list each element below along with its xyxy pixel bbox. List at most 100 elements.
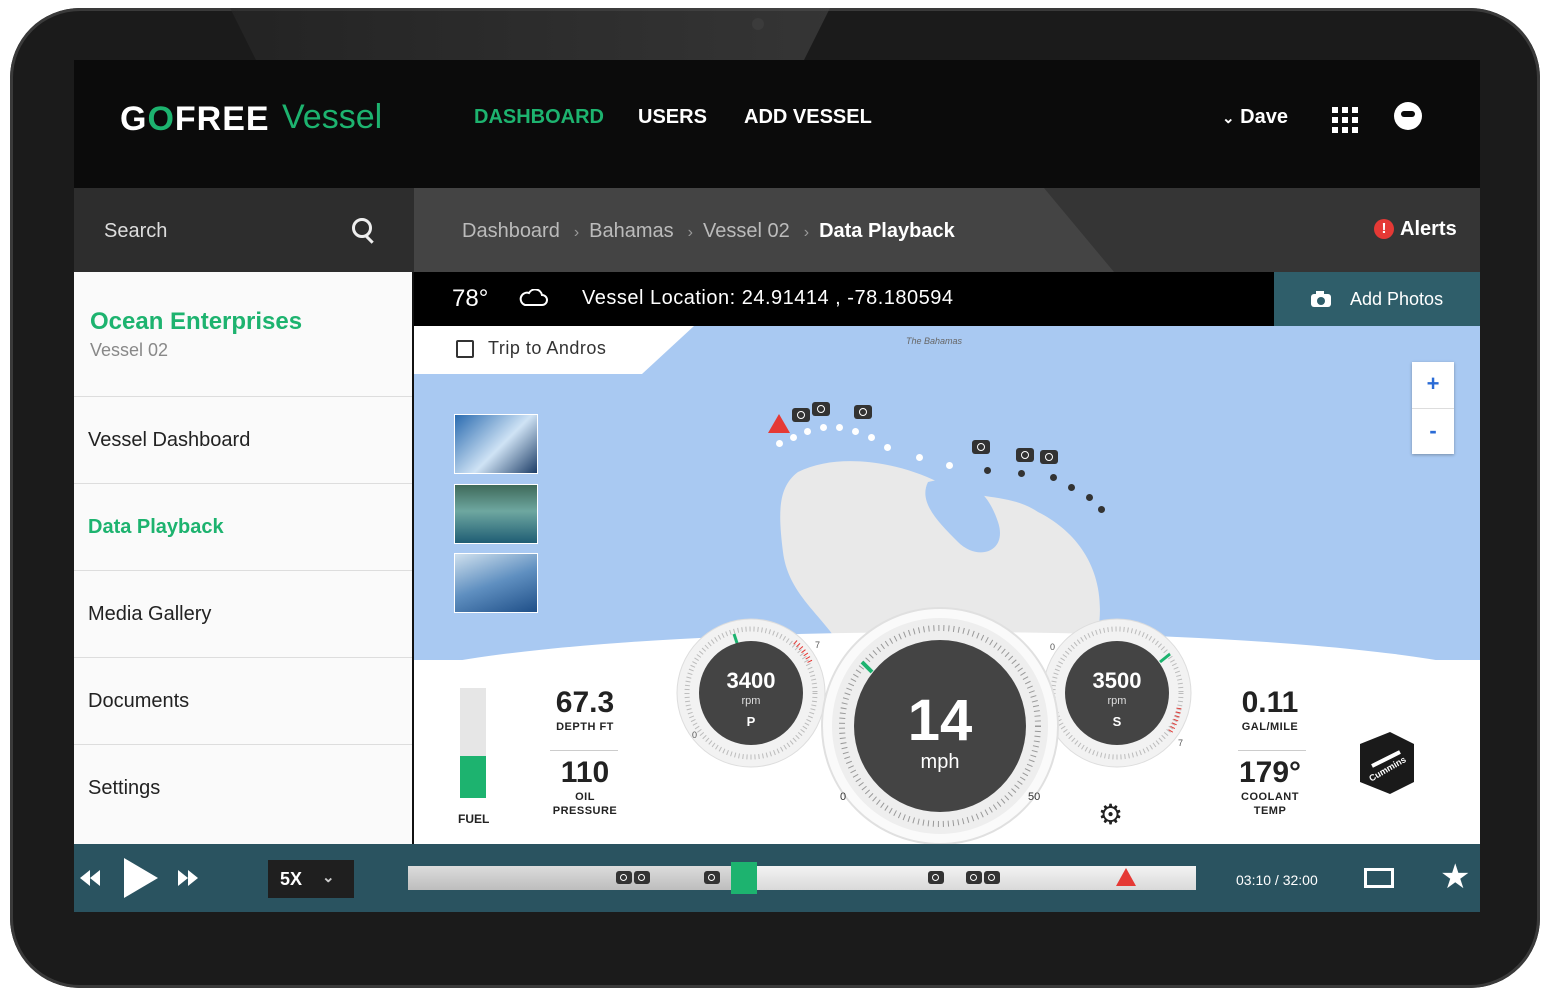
apps-grid-icon[interactable] — [1332, 107, 1358, 133]
zoom-in-button[interactable]: + — [1412, 362, 1454, 409]
speed-value: 14 — [908, 688, 973, 753]
vessel-location: Vessel Location: 24.91414 , -78.180594 — [582, 287, 954, 309]
starboard-rpm-gauge: 0 7 3500 rpm S — [1042, 618, 1192, 768]
search-input[interactable]: Search — [104, 220, 167, 243]
add-photos-button[interactable]: Add Photos — [1274, 272, 1480, 326]
timeline-photo-marker[interactable] — [634, 871, 650, 884]
fuel-level-fill — [460, 756, 486, 798]
route-photo-marker[interactable] — [1016, 448, 1034, 462]
profile-icon[interactable] — [1394, 102, 1422, 130]
zoom-out-button[interactable]: - — [1412, 409, 1454, 455]
playback-speed-select[interactable]: 5X ⌄ — [268, 860, 354, 898]
sidebar-item-label: Settings — [88, 777, 161, 799]
star-icon[interactable]: ★ — [1440, 860, 1470, 894]
oil-pressure-metric: 110 OIL PRESSURE — [540, 756, 630, 818]
route-photo-marker[interactable] — [1040, 450, 1058, 464]
add-photos-label: Add Photos — [1350, 289, 1444, 309]
route-photo-marker[interactable] — [812, 402, 830, 416]
speed-scale-min: 0 — [840, 791, 846, 803]
route-point — [916, 454, 923, 461]
route-point — [790, 434, 797, 441]
breadcrumb-vessel[interactable]: Vessel 02 — [703, 220, 790, 242]
sidebar-item-media-gallery[interactable]: Media Gallery — [74, 570, 412, 657]
organization-name: Ocean Enterprises — [90, 308, 303, 335]
alert-icon: ! — [1374, 219, 1394, 239]
route-photo-marker[interactable] — [792, 408, 810, 422]
bezel-reflection — [230, 8, 830, 68]
sidebar-item-data-playback[interactable]: Data Playback — [74, 483, 412, 570]
cast-icon[interactable] — [1364, 868, 1394, 888]
alerts-button[interactable]: ! Alerts — [1374, 218, 1457, 241]
sidebar-item-settings[interactable]: Settings — [74, 744, 412, 831]
route-photo-marker[interactable] — [854, 405, 872, 419]
zoom-control: + - — [1412, 362, 1454, 454]
sidebar-item-label: Documents — [88, 690, 190, 712]
camera-icon — [1311, 291, 1331, 307]
user-name: Dave — [1240, 106, 1288, 128]
route-point — [984, 467, 991, 474]
starboard-scale-max: 7 — [1178, 738, 1183, 748]
depth-value: 67.3 — [555, 686, 615, 719]
port-rpm-value: 3400 — [727, 668, 776, 693]
playback-bar: 5X ⌄ 03:10 / 32:00 ★ — [74, 844, 1480, 912]
timeline-photo-marker[interactable] — [616, 871, 632, 884]
route-point — [868, 434, 875, 441]
sidebar-item-label: Media Gallery — [88, 603, 212, 625]
route-point — [776, 440, 783, 447]
playback-speed-value: 5X — [280, 869, 303, 889]
gear-icon[interactable]: ⚙ — [1098, 801, 1124, 829]
timeline-photo-marker[interactable] — [928, 871, 944, 884]
rewind-icon[interactable] — [80, 870, 100, 886]
trip-map[interactable]: The Bahamas 78° Vessel Location: 24.9141… — [414, 272, 1480, 844]
port-rpm-unit: rpm — [742, 695, 761, 707]
search-bar[interactable]: Search — [74, 188, 414, 272]
sidebar-item-label: Vessel Dashboard — [88, 429, 251, 451]
timeline-photo-marker[interactable] — [966, 871, 982, 884]
fuel-gauge — [460, 688, 486, 798]
route-alert-marker[interactable] — [768, 414, 790, 433]
oil-pressure-value: 110 — [560, 756, 610, 789]
timeline-photo-marker[interactable] — [704, 871, 720, 884]
play-icon[interactable] — [124, 858, 158, 898]
port-engine-label: P — [747, 714, 756, 729]
sidebar-item-vessel-dashboard[interactable]: Vessel Dashboard — [74, 396, 412, 483]
chevron-down-icon: ⌄ — [1222, 110, 1235, 127]
trip-name: Trip to Andros — [488, 338, 607, 358]
fast-forward-icon[interactable] — [178, 870, 198, 886]
photo-thumbnail-sailing[interactable] — [454, 414, 538, 474]
timeline-track[interactable] — [408, 862, 1196, 894]
route-photo-marker[interactable] — [972, 440, 990, 454]
nav-dashboard[interactable]: DASHBOARD — [474, 106, 604, 129]
vessel-name: Vessel 02 — [90, 340, 169, 360]
edit-icon[interactable] — [456, 340, 474, 358]
breadcrumb: Dashboard › Bahamas › Vessel 02 › Data Playbac… — [462, 220, 955, 242]
breadcrumb-bahamas[interactable]: Bahamas — [589, 220, 674, 242]
breadcrumb-dashboard[interactable]: Dashboard — [462, 220, 560, 242]
timeline-photo-marker[interactable] — [984, 871, 1000, 884]
timeline-scrubber[interactable] — [730, 862, 757, 894]
user-menu[interactable]: ⌄ Dave — [1222, 106, 1288, 129]
timeline-alert-marker[interactable] — [1116, 868, 1136, 886]
route-point — [1050, 474, 1057, 481]
trip-info-bar: 78° Vessel Location: 24.91414 , -78.1805… — [414, 272, 1274, 326]
starboard-rpm-value: 3500 — [1093, 668, 1142, 693]
fuel-economy-unit: GAL/MILE — [1241, 721, 1299, 733]
starboard-rpm-unit: rpm — [1108, 695, 1127, 707]
nav-add-vessel[interactable]: ADD VESSEL — [744, 106, 872, 129]
fuel-label: FUEL — [458, 812, 490, 826]
trip-name-tab[interactable]: Trip to Andros — [414, 326, 694, 374]
cloud-icon — [519, 289, 548, 306]
photo-thumbnail-boat[interactable] — [454, 484, 538, 544]
nav-users[interactable]: USERS — [638, 106, 707, 129]
speedometer-gauge: 0 50 14 mph — [821, 607, 1059, 844]
coolant-temp-value: 179° — [1238, 756, 1302, 789]
port-rpm-gauge: 0 7 3400 rpm P — [676, 618, 826, 768]
gofree-logo[interactable]: GOFREE — [120, 100, 270, 139]
sidebar-item-documents[interactable]: Documents — [74, 657, 412, 744]
top-navigation-bar: GOFREE Vessel DASHBOARD USERS ADD VESSEL… — [74, 60, 1480, 188]
search-icon[interactable] — [352, 218, 372, 238]
oil-pressure-unit: OIL PRESSURE — [552, 791, 618, 817]
sidebar-item-label: Data Playback — [88, 516, 224, 538]
fuel-economy-value: 0.11 — [1241, 686, 1299, 719]
photo-thumbnail-fishing[interactable] — [454, 553, 538, 613]
